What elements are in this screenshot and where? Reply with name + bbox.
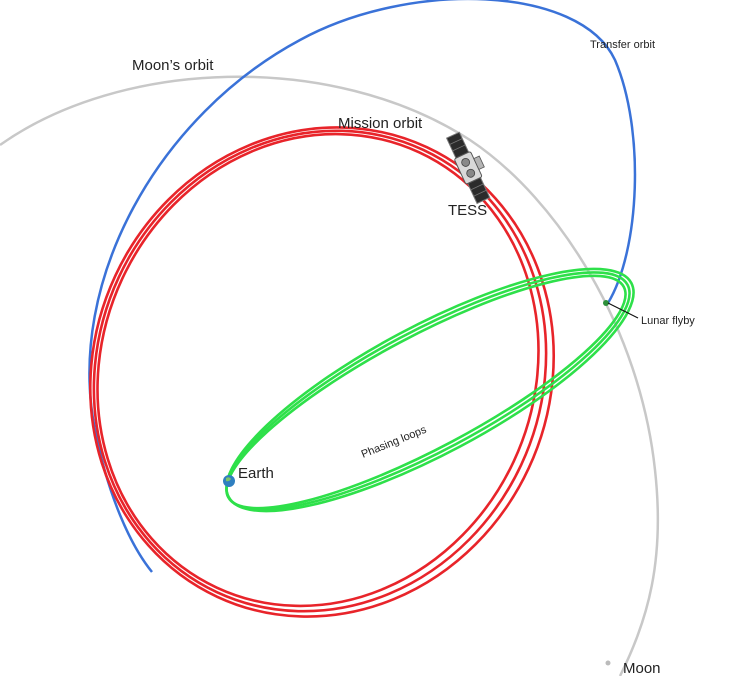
tess-orbit-diagram: Moon’s orbit Transfer orbit Mission orbi… bbox=[0, 0, 734, 676]
moon-label: Moon bbox=[623, 660, 661, 676]
orbit-diagram-canvas: Moon’s orbit Transfer orbit Mission orbi… bbox=[0, 0, 695, 676]
transfer-orbit-label: Transfer orbit bbox=[590, 39, 655, 51]
moons-orbit-label: Moon’s orbit bbox=[132, 57, 214, 74]
phasing-loops-label: Phasing loops bbox=[360, 424, 429, 461]
earth-label: Earth bbox=[238, 465, 274, 482]
phasing-loops bbox=[225, 267, 635, 513]
mission-orbit bbox=[89, 126, 555, 618]
earth-icon bbox=[223, 475, 235, 487]
tess-label: TESS bbox=[448, 202, 487, 219]
moon-marker bbox=[605, 660, 611, 666]
mission-orbit-loop-3 bbox=[89, 126, 555, 618]
mission-orbit-loop-2 bbox=[92, 129, 548, 613]
lunar-flyby-label: Lunar flyby bbox=[641, 315, 695, 327]
phasing-loop-1 bbox=[225, 274, 627, 510]
mission-orbit-label: Mission orbit bbox=[338, 115, 423, 132]
phasing-loop-2 bbox=[225, 271, 631, 511]
mission-orbit-loop-1 bbox=[96, 132, 540, 608]
